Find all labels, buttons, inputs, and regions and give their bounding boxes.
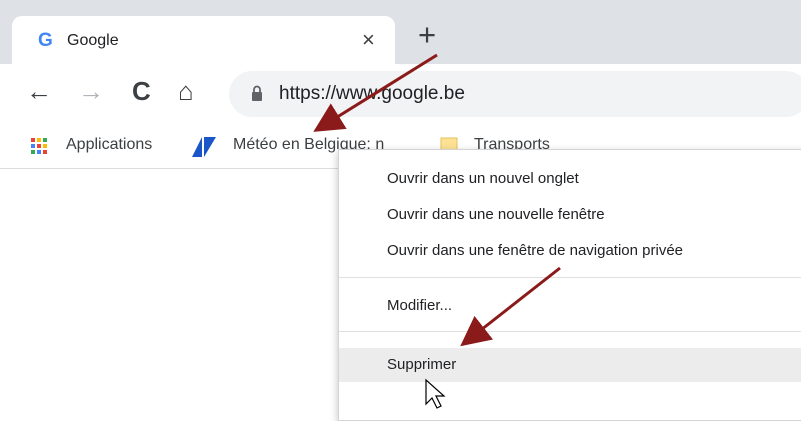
menu-open-new-window[interactable]: Ouvrir dans une nouvelle fenêtre [339, 198, 801, 232]
forward-button[interactable]: → [78, 78, 104, 104]
menu-item-label: Ouvrir dans un nouvel onglet [387, 170, 579, 187]
new-tab-button[interactable]: + [418, 19, 436, 50]
url-text: https://www.google.be [279, 83, 465, 104]
tab-google[interactable]: G Google × [12, 16, 395, 68]
tab-title: Google [67, 32, 119, 49]
menu-item-label: Ouvrir dans une fenêtre de navigation pr… [387, 242, 684, 259]
bookmark-applications[interactable]: Applications [66, 136, 152, 154]
toolbar: ← → C ⌂ https://www.google.be [0, 64, 801, 128]
menu-item-label: Ouvrir dans une nouvelle fenêtre [387, 206, 605, 223]
tab-strip: G Google × + [0, 0, 801, 68]
context-menu: Ouvrir dans un nouvel onglet Ouvrir dans… [338, 149, 801, 421]
omnibox[interactable]: https://www.google.be [229, 71, 801, 117]
menu-item-label: Supprimer [387, 356, 457, 373]
menu-open-new-tab[interactable]: Ouvrir dans un nouvel onglet [339, 162, 801, 196]
lock-icon [252, 85, 262, 101]
menu-open-incognito[interactable]: Ouvrir dans une fenêtre de navigation pr… [339, 234, 801, 268]
meteo-icon [192, 137, 216, 157]
back-button[interactable]: ← [26, 78, 52, 104]
menu-divider [339, 277, 801, 278]
menu-delete[interactable]: Supprimer [339, 348, 801, 382]
menu-edit[interactable]: Modifier... [339, 289, 801, 323]
apps-grid-icon [31, 138, 47, 154]
menu-divider [339, 331, 801, 332]
close-tab-icon[interactable]: × [362, 27, 375, 53]
menu-item-label: Modifier... [387, 297, 453, 314]
google-favicon-icon: G [38, 30, 53, 51]
home-button[interactable]: ⌂ [178, 78, 194, 104]
reload-button[interactable]: C [132, 78, 151, 104]
